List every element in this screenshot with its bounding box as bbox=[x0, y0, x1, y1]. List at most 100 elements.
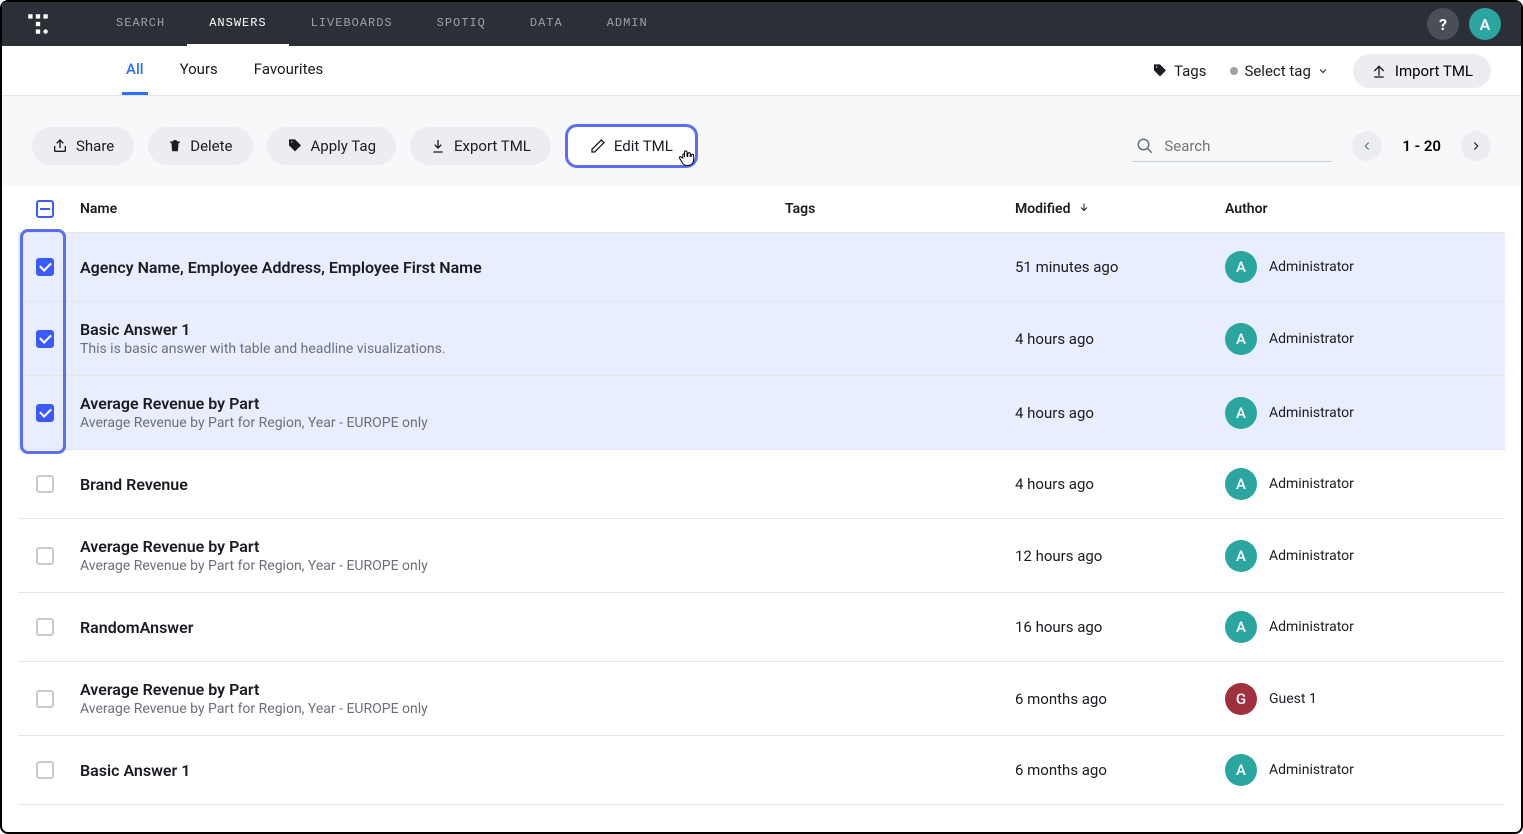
search-input[interactable] bbox=[1132, 131, 1332, 162]
author-avatar: A bbox=[1225, 323, 1257, 355]
row-checkbox[interactable] bbox=[36, 761, 54, 779]
cursor-hand-icon bbox=[677, 147, 697, 169]
share-icon bbox=[52, 138, 68, 154]
author-name: Administrator bbox=[1269, 762, 1354, 778]
table-row[interactable]: Agency Name, Employee Address, Employee … bbox=[18, 233, 1505, 302]
header-author[interactable]: Author bbox=[1225, 201, 1505, 217]
row-checkbox[interactable] bbox=[36, 475, 54, 493]
row-title: RandomAnswer bbox=[80, 618, 785, 637]
dot-icon bbox=[1230, 67, 1238, 75]
author-avatar: G bbox=[1225, 683, 1257, 715]
row-modified: 4 hours ago bbox=[1015, 330, 1225, 348]
row-description: Average Revenue by Part for Region, Year… bbox=[80, 558, 785, 574]
row-description: Average Revenue by Part for Region, Year… bbox=[80, 701, 785, 717]
author-name: Guest 1 bbox=[1269, 691, 1317, 707]
tags-label: Tags bbox=[1152, 62, 1206, 80]
row-modified: 16 hours ago bbox=[1015, 618, 1225, 636]
author-avatar: A bbox=[1225, 468, 1257, 500]
author-name: Administrator bbox=[1269, 476, 1354, 492]
row-title: Basic Answer 1 bbox=[80, 761, 785, 780]
author-avatar: A bbox=[1225, 540, 1257, 572]
nav-item-answers[interactable]: ANSWERS bbox=[187, 2, 288, 47]
tab-yours[interactable]: Yours bbox=[176, 46, 222, 95]
tag-icon bbox=[1152, 63, 1168, 79]
answers-table: Name Tags Modified Author Agency Name, E… bbox=[2, 186, 1521, 805]
nav-item-admin[interactable]: ADMIN bbox=[585, 2, 670, 47]
author-name: Administrator bbox=[1269, 259, 1354, 275]
author-avatar: A bbox=[1225, 754, 1257, 786]
chevron-right-icon bbox=[1469, 139, 1483, 153]
tag-icon bbox=[287, 138, 303, 154]
author-name: Administrator bbox=[1269, 405, 1354, 421]
author-name: Administrator bbox=[1269, 331, 1354, 347]
row-checkbox[interactable] bbox=[36, 618, 54, 636]
row-author: A Administrator bbox=[1225, 540, 1505, 572]
header-tags[interactable]: Tags bbox=[785, 201, 1015, 217]
help-button[interactable]: ? bbox=[1427, 8, 1459, 40]
table-row[interactable]: Average Revenue by Part Average Revenue … bbox=[18, 376, 1505, 450]
row-title: Basic Answer 1 bbox=[80, 320, 785, 339]
import-tml-button[interactable]: Import TML bbox=[1353, 54, 1491, 88]
top-nav: SEARCHANSWERSLIVEBOARDSSPOTIQDATAADMIN ?… bbox=[2, 2, 1521, 46]
table-header: Name Tags Modified Author bbox=[18, 186, 1505, 233]
row-title: Average Revenue by Part bbox=[80, 394, 785, 413]
row-author: G Guest 1 bbox=[1225, 683, 1505, 715]
nav-item-spotiq[interactable]: SPOTIQ bbox=[415, 2, 508, 47]
toolbar-area: Share Delete Apply Tag Export TML Edit T… bbox=[2, 96, 1521, 186]
row-checkbox[interactable] bbox=[36, 330, 54, 348]
author-avatar: A bbox=[1225, 251, 1257, 283]
author-avatar: A bbox=[1225, 397, 1257, 429]
pager-label: 1 - 20 bbox=[1402, 137, 1441, 155]
row-title: Average Revenue by Part bbox=[80, 680, 785, 699]
share-button[interactable]: Share bbox=[32, 127, 134, 165]
pager-prev-button[interactable] bbox=[1352, 131, 1382, 161]
table-row[interactable]: Basic Answer 1 This is basic answer with… bbox=[18, 302, 1505, 376]
apply-tag-button[interactable]: Apply Tag bbox=[267, 127, 397, 165]
table-row[interactable]: Average Revenue by Part Average Revenue … bbox=[18, 662, 1505, 736]
nav-item-liveboards[interactable]: LIVEBOARDS bbox=[289, 2, 415, 47]
row-modified: 4 hours ago bbox=[1015, 404, 1225, 422]
table-row[interactable]: Average Revenue by Part Average Revenue … bbox=[18, 519, 1505, 593]
pager-next-button[interactable] bbox=[1461, 131, 1491, 161]
select-tag-dropdown[interactable]: Select tag bbox=[1230, 62, 1328, 80]
table-row[interactable]: Brand Revenue 4 hours ago A Administrato… bbox=[18, 450, 1505, 519]
download-icon bbox=[430, 138, 446, 154]
row-title: Brand Revenue bbox=[80, 475, 785, 494]
tab-favourites[interactable]: Favourites bbox=[250, 46, 327, 95]
upload-icon bbox=[1371, 63, 1387, 79]
table-row[interactable]: RandomAnswer 16 hours ago A Administrato… bbox=[18, 593, 1505, 662]
row-description: This is basic answer with table and head… bbox=[80, 341, 785, 357]
header-name[interactable]: Name bbox=[80, 201, 785, 217]
row-author: A Administrator bbox=[1225, 468, 1505, 500]
row-modified: 4 hours ago bbox=[1015, 475, 1225, 493]
chevron-down-icon bbox=[1317, 65, 1329, 77]
author-name: Administrator bbox=[1269, 548, 1354, 564]
row-description: Average Revenue by Part for Region, Year… bbox=[80, 415, 785, 431]
author-name: Administrator bbox=[1269, 619, 1354, 635]
row-checkbox[interactable] bbox=[36, 258, 54, 276]
user-avatar[interactable]: A bbox=[1469, 8, 1501, 40]
delete-button[interactable]: Delete bbox=[148, 127, 252, 165]
row-checkbox[interactable] bbox=[36, 690, 54, 708]
row-author: A Administrator bbox=[1225, 323, 1505, 355]
edit-tml-button[interactable]: Edit TML bbox=[565, 124, 698, 168]
header-modified[interactable]: Modified bbox=[1015, 201, 1225, 217]
row-modified: 12 hours ago bbox=[1015, 547, 1225, 565]
pencil-icon bbox=[590, 138, 606, 154]
sub-nav: All Yours Favourites Tags Select tag Impor… bbox=[2, 46, 1521, 96]
table-row[interactable]: Basic Answer 1 6 months ago A Administra… bbox=[18, 736, 1505, 805]
row-author: A Administrator bbox=[1225, 754, 1505, 786]
row-modified: 6 months ago bbox=[1015, 761, 1225, 779]
nav-item-search[interactable]: SEARCH bbox=[94, 2, 187, 47]
nav-item-data[interactable]: DATA bbox=[508, 2, 585, 47]
logo[interactable] bbox=[22, 8, 54, 40]
search-wrapper bbox=[1132, 131, 1332, 162]
row-modified: 51 minutes ago bbox=[1015, 258, 1225, 276]
search-icon bbox=[1136, 137, 1154, 155]
export-tml-button[interactable]: Export TML bbox=[410, 127, 551, 165]
trash-icon bbox=[168, 139, 182, 153]
select-all-checkbox[interactable] bbox=[36, 200, 54, 218]
row-checkbox[interactable] bbox=[36, 547, 54, 565]
tab-all[interactable]: All bbox=[122, 46, 148, 95]
row-checkbox[interactable] bbox=[36, 404, 54, 422]
